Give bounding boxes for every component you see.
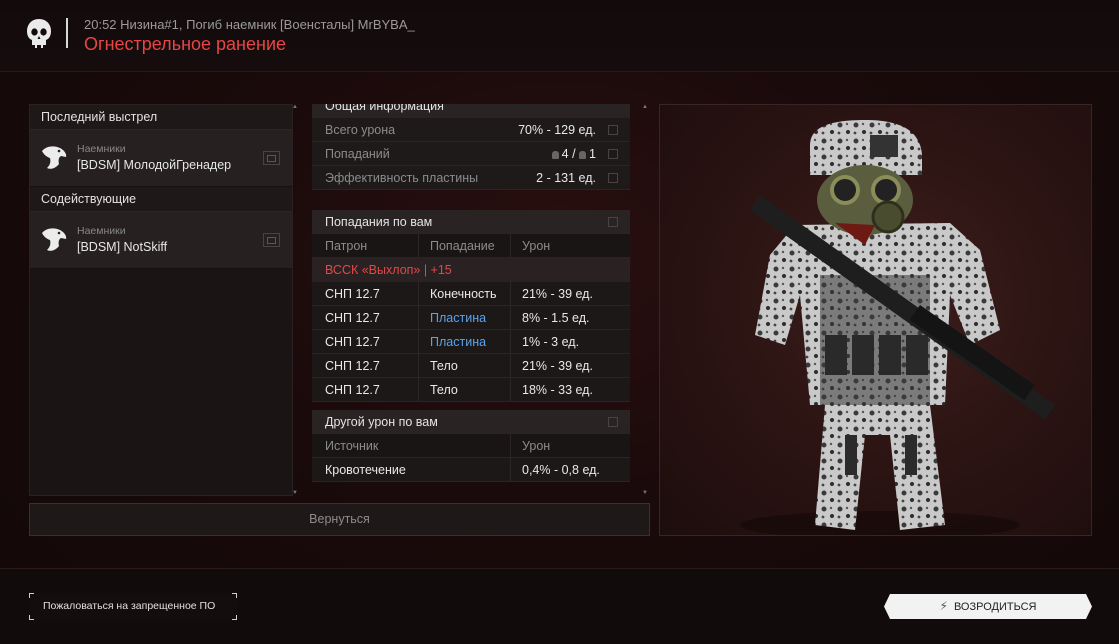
other-damage-heading: Другой урон по вам	[312, 410, 630, 434]
other-damage-block: Другой урон по вам Источник Урон Кровоте…	[312, 410, 630, 482]
assist-name: [BDSM] NotSkiff	[77, 240, 168, 254]
info-icon[interactable]	[608, 125, 618, 135]
plate-efficiency-label: Эффективность пластины	[325, 171, 479, 185]
hits-block: Попадания по вам Патрон Попадание Урон В…	[312, 210, 630, 402]
assists-heading: Содействующие	[30, 187, 292, 211]
damage-details-panel: Общая информация Всего урона 70% - 129 е…	[312, 104, 631, 496]
table-row: СНП 12.7 Тело 18% - 33 ед.	[312, 378, 630, 402]
death-cause-title: Огнестрельное ранение	[84, 34, 287, 54]
info-icon[interactable]	[608, 217, 618, 227]
character-viewer[interactable]	[659, 104, 1092, 536]
soldier-model	[740, 120, 1055, 535]
info-icon[interactable]	[608, 417, 618, 427]
last-shot-heading: Последний выстрел	[30, 105, 292, 129]
hits-heading: Попадания по вам	[312, 210, 630, 234]
hits-count-row: Попаданий 4 / 1	[312, 142, 630, 166]
info-icon[interactable]	[608, 173, 618, 183]
table-row: СНП 12.7 Пластина 8% - 1.5 ед.	[312, 306, 630, 330]
table-row: СНП 12.7 Тело 21% - 39 ед.	[312, 354, 630, 378]
table-row: Кровотечение 0,4% - 0,8 ед.	[312, 458, 630, 482]
copy-name-icon[interactable]	[263, 151, 280, 165]
killers-panel: Последний выстрел Наемники [BDSM] Молодо…	[29, 104, 293, 496]
total-damage-value: 70% - 129 ед.	[518, 123, 596, 137]
total-damage-row: Всего урона 70% - 129 ед.	[312, 118, 630, 142]
eagle-icon	[42, 228, 67, 251]
general-info-block: Общая информация Всего урона 70% - 129 е…	[312, 104, 630, 190]
killer-entry[interactable]: Наемники [BDSM] МолодойГренадер	[30, 129, 292, 187]
details-scrollbar[interactable]	[642, 104, 650, 496]
left-scrollbar[interactable]	[292, 104, 299, 496]
eagle-icon	[42, 146, 67, 169]
assist-category: Наемники	[77, 225, 126, 237]
person-icon	[551, 151, 559, 159]
info-icon[interactable]	[608, 149, 618, 159]
copy-name-icon[interactable]	[263, 233, 280, 247]
other-column-headers: Источник Урон	[312, 434, 630, 458]
hits-column-headers: Патрон Попадание Урон	[312, 234, 630, 258]
weapon-group-label: ВССК «Выхлоп» | +15	[312, 258, 630, 282]
assist-entry[interactable]: Наемники [BDSM] NotSkiff	[30, 211, 292, 269]
death-subline: 20:52 Низина#1, Погиб наемник [Военсталы…	[84, 17, 415, 32]
skull-icon	[27, 19, 51, 48]
hits-count-value: 4 / 1	[551, 142, 596, 166]
plate-efficiency-value: 2 - 131 ед.	[536, 171, 596, 185]
hits-count-label: Попаданий	[325, 147, 390, 161]
total-damage-label: Всего урона	[325, 123, 396, 137]
plate-efficiency-row: Эффективность пластины 2 - 131 ед.	[312, 166, 630, 190]
table-row: СНП 12.7 Конечность 21% - 39 ед.	[312, 282, 630, 306]
pulse-icon: ⚡	[939, 599, 948, 613]
general-info-heading: Общая информация	[312, 104, 630, 118]
killer-name: [BDSM] МолодойГренадер	[77, 158, 232, 172]
return-button[interactable]: Вернуться	[29, 503, 650, 536]
report-cheater-button[interactable]: Пожаловаться на запрещенное ПО	[29, 593, 237, 620]
header-divider	[66, 18, 68, 48]
table-row: СНП 12.7 Пластина 1% - 3 ед.	[312, 330, 630, 354]
respawn-button[interactable]: ⚡ ВОЗРОДИТЬСЯ	[884, 594, 1092, 619]
killer-category: Наемники	[77, 143, 126, 155]
person-icon	[579, 151, 587, 159]
header-bar: 20:52 Низина#1, Погиб наемник [Военсталы…	[0, 0, 1119, 72]
